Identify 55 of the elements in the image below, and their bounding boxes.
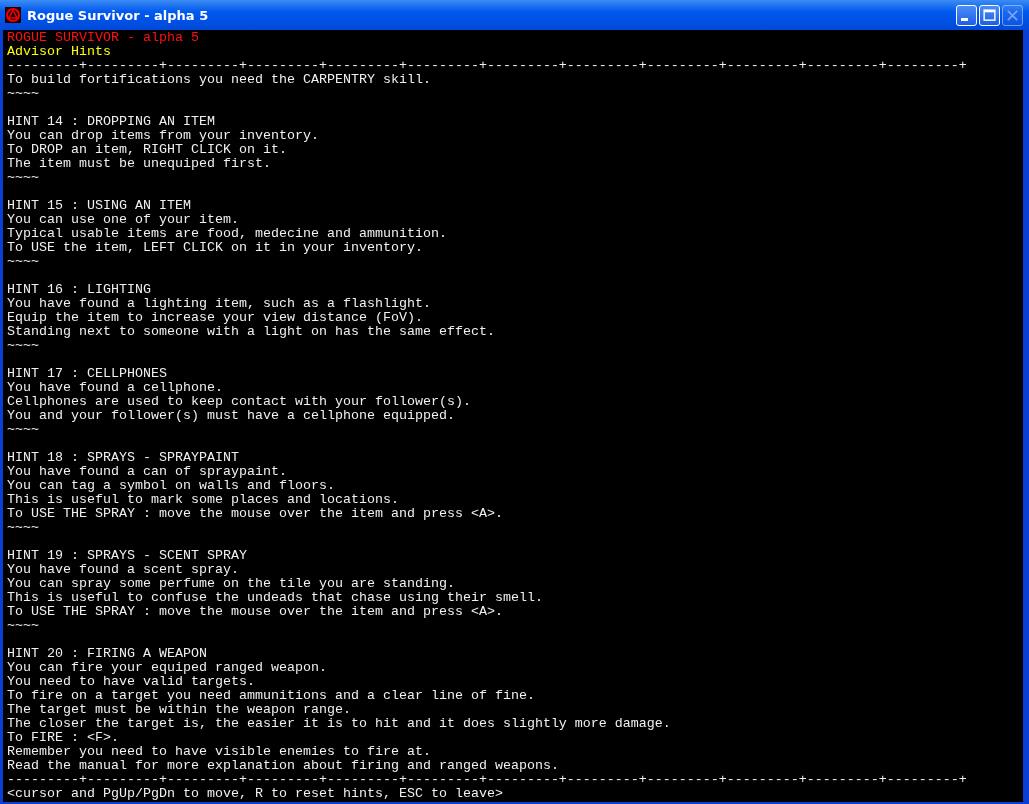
hint-separator: ~~~~ bbox=[7, 255, 39, 269]
hint-line: Standing next to someone with a light on has the same effect. bbox=[7, 325, 495, 339]
hint-heading: HINT 19 : SPRAYS - SCENT SPRAY bbox=[7, 549, 247, 563]
hint-line: To DROP an item, RIGHT CLICK on it. bbox=[7, 143, 287, 157]
divider-text: ---------+---------+---------+---------+---------+---------+---------+---------+---------+---------+---------+---------+ bbox=[7, 59, 967, 73]
hint-separator: ~~~~ bbox=[7, 423, 39, 437]
hint-line: This is useful to mark some places and locations. bbox=[7, 493, 399, 507]
hint-line: You and your follower(s) must have a cellphone equipped. bbox=[7, 409, 455, 423]
hint-line: You can tag a symbol on walls and floors. bbox=[7, 479, 335, 493]
hint-line: You can spray some perfume on the tile you are standing. bbox=[7, 577, 455, 591]
hint-line: To USE THE SPRAY : move the mouse over the item and press <A>. bbox=[7, 507, 503, 521]
hint-line: You can fire your equiped ranged weapon. bbox=[7, 661, 327, 675]
hint-line: You have found a cellphone. bbox=[7, 381, 223, 395]
hint-line: You have found a scent spray. bbox=[7, 563, 239, 577]
hint-line: To FIRE : <F>. bbox=[7, 731, 119, 745]
hint-separator: ~~~~ bbox=[7, 339, 39, 353]
divider-text: ---------+---------+---------+---------+---------+---------+---------+---------+---------+---------+---------+---------+ bbox=[7, 773, 967, 787]
hint-line: This is useful to confuse the undeads that chase using their smell. bbox=[7, 591, 543, 605]
help-line: <cursor and PgUp/PgDn to move, R to reset hints, ESC to leave> bbox=[7, 787, 503, 801]
hint-line: You can use one of your item. bbox=[7, 213, 239, 227]
hint-line: The target must be within the weapon range. bbox=[7, 703, 351, 717]
hint-heading: HINT 20 : FIRING A WEAPON bbox=[7, 647, 207, 661]
hint-line: To USE the item, LEFT CLICK on it in your inventory. bbox=[7, 241, 423, 255]
hint-heading: HINT 15 : USING AN ITEM bbox=[7, 199, 191, 213]
hint-heading: HINT 14 : DROPPING AN ITEM bbox=[7, 115, 215, 129]
hint-line: To build fortifications you need the CARPENTRY skill. bbox=[7, 73, 431, 87]
hint-line: Read the manual for more explanation about firing and ranged weapons. bbox=[7, 759, 559, 773]
minimize-icon bbox=[961, 17, 968, 21]
close-icon bbox=[1005, 7, 1020, 23]
maximize-icon bbox=[982, 7, 997, 23]
hint-line: You have found a can of spraypaint. bbox=[7, 465, 287, 479]
minimize-button[interactable] bbox=[956, 4, 977, 26]
app-icon[interactable] bbox=[5, 7, 21, 23]
hint-separator: ~~~~ bbox=[7, 521, 39, 535]
hint-line: Typical usable items are food, medecine and ammunition. bbox=[7, 227, 447, 241]
hint-line: You have found a lighting item, such as a flashlight. bbox=[7, 297, 431, 311]
screen-title: Advisor Hints bbox=[7, 45, 111, 59]
hint-heading: HINT 17 : CELLPHONES bbox=[7, 367, 167, 381]
hint-line: Remember you need to have visible enemies to fire at. bbox=[7, 745, 431, 759]
hint-line: Cellphones are used to keep contact with your follower(s). bbox=[7, 395, 471, 409]
hint-line: You can drop items from your inventory. bbox=[7, 129, 319, 143]
hint-line: The item must be unequiped first. bbox=[7, 157, 271, 171]
hint-line: The closer the target is, the easier it is to hit and it does slightly more damage. bbox=[7, 717, 671, 731]
hint-line: Equip the item to increase your view distance (FoV). bbox=[7, 311, 423, 325]
hint-separator: ~~~~ bbox=[7, 87, 39, 101]
game-title: ROGUE SURVIVOR - alpha 5 bbox=[7, 31, 199, 45]
hint-line: You need to have valid targets. bbox=[7, 675, 255, 689]
maximize-button[interactable] bbox=[979, 4, 1000, 26]
window-title: Rogue Survivor - alpha 5 bbox=[27, 7, 210, 23]
hint-separator: ~~~~ bbox=[7, 171, 39, 185]
hint-heading: HINT 18 : SPRAYS - SPRAYPAINT bbox=[7, 451, 239, 465]
hint-separator: ~~~~ bbox=[7, 619, 39, 633]
hint-line: To USE THE SPRAY : move the mouse over the item and press <A>. bbox=[7, 605, 503, 619]
hint-heading: HINT 16 : LIGHTING bbox=[7, 283, 151, 297]
hint-line: To fire on a target you need ammunitions and a clear line of fine. bbox=[7, 689, 535, 703]
